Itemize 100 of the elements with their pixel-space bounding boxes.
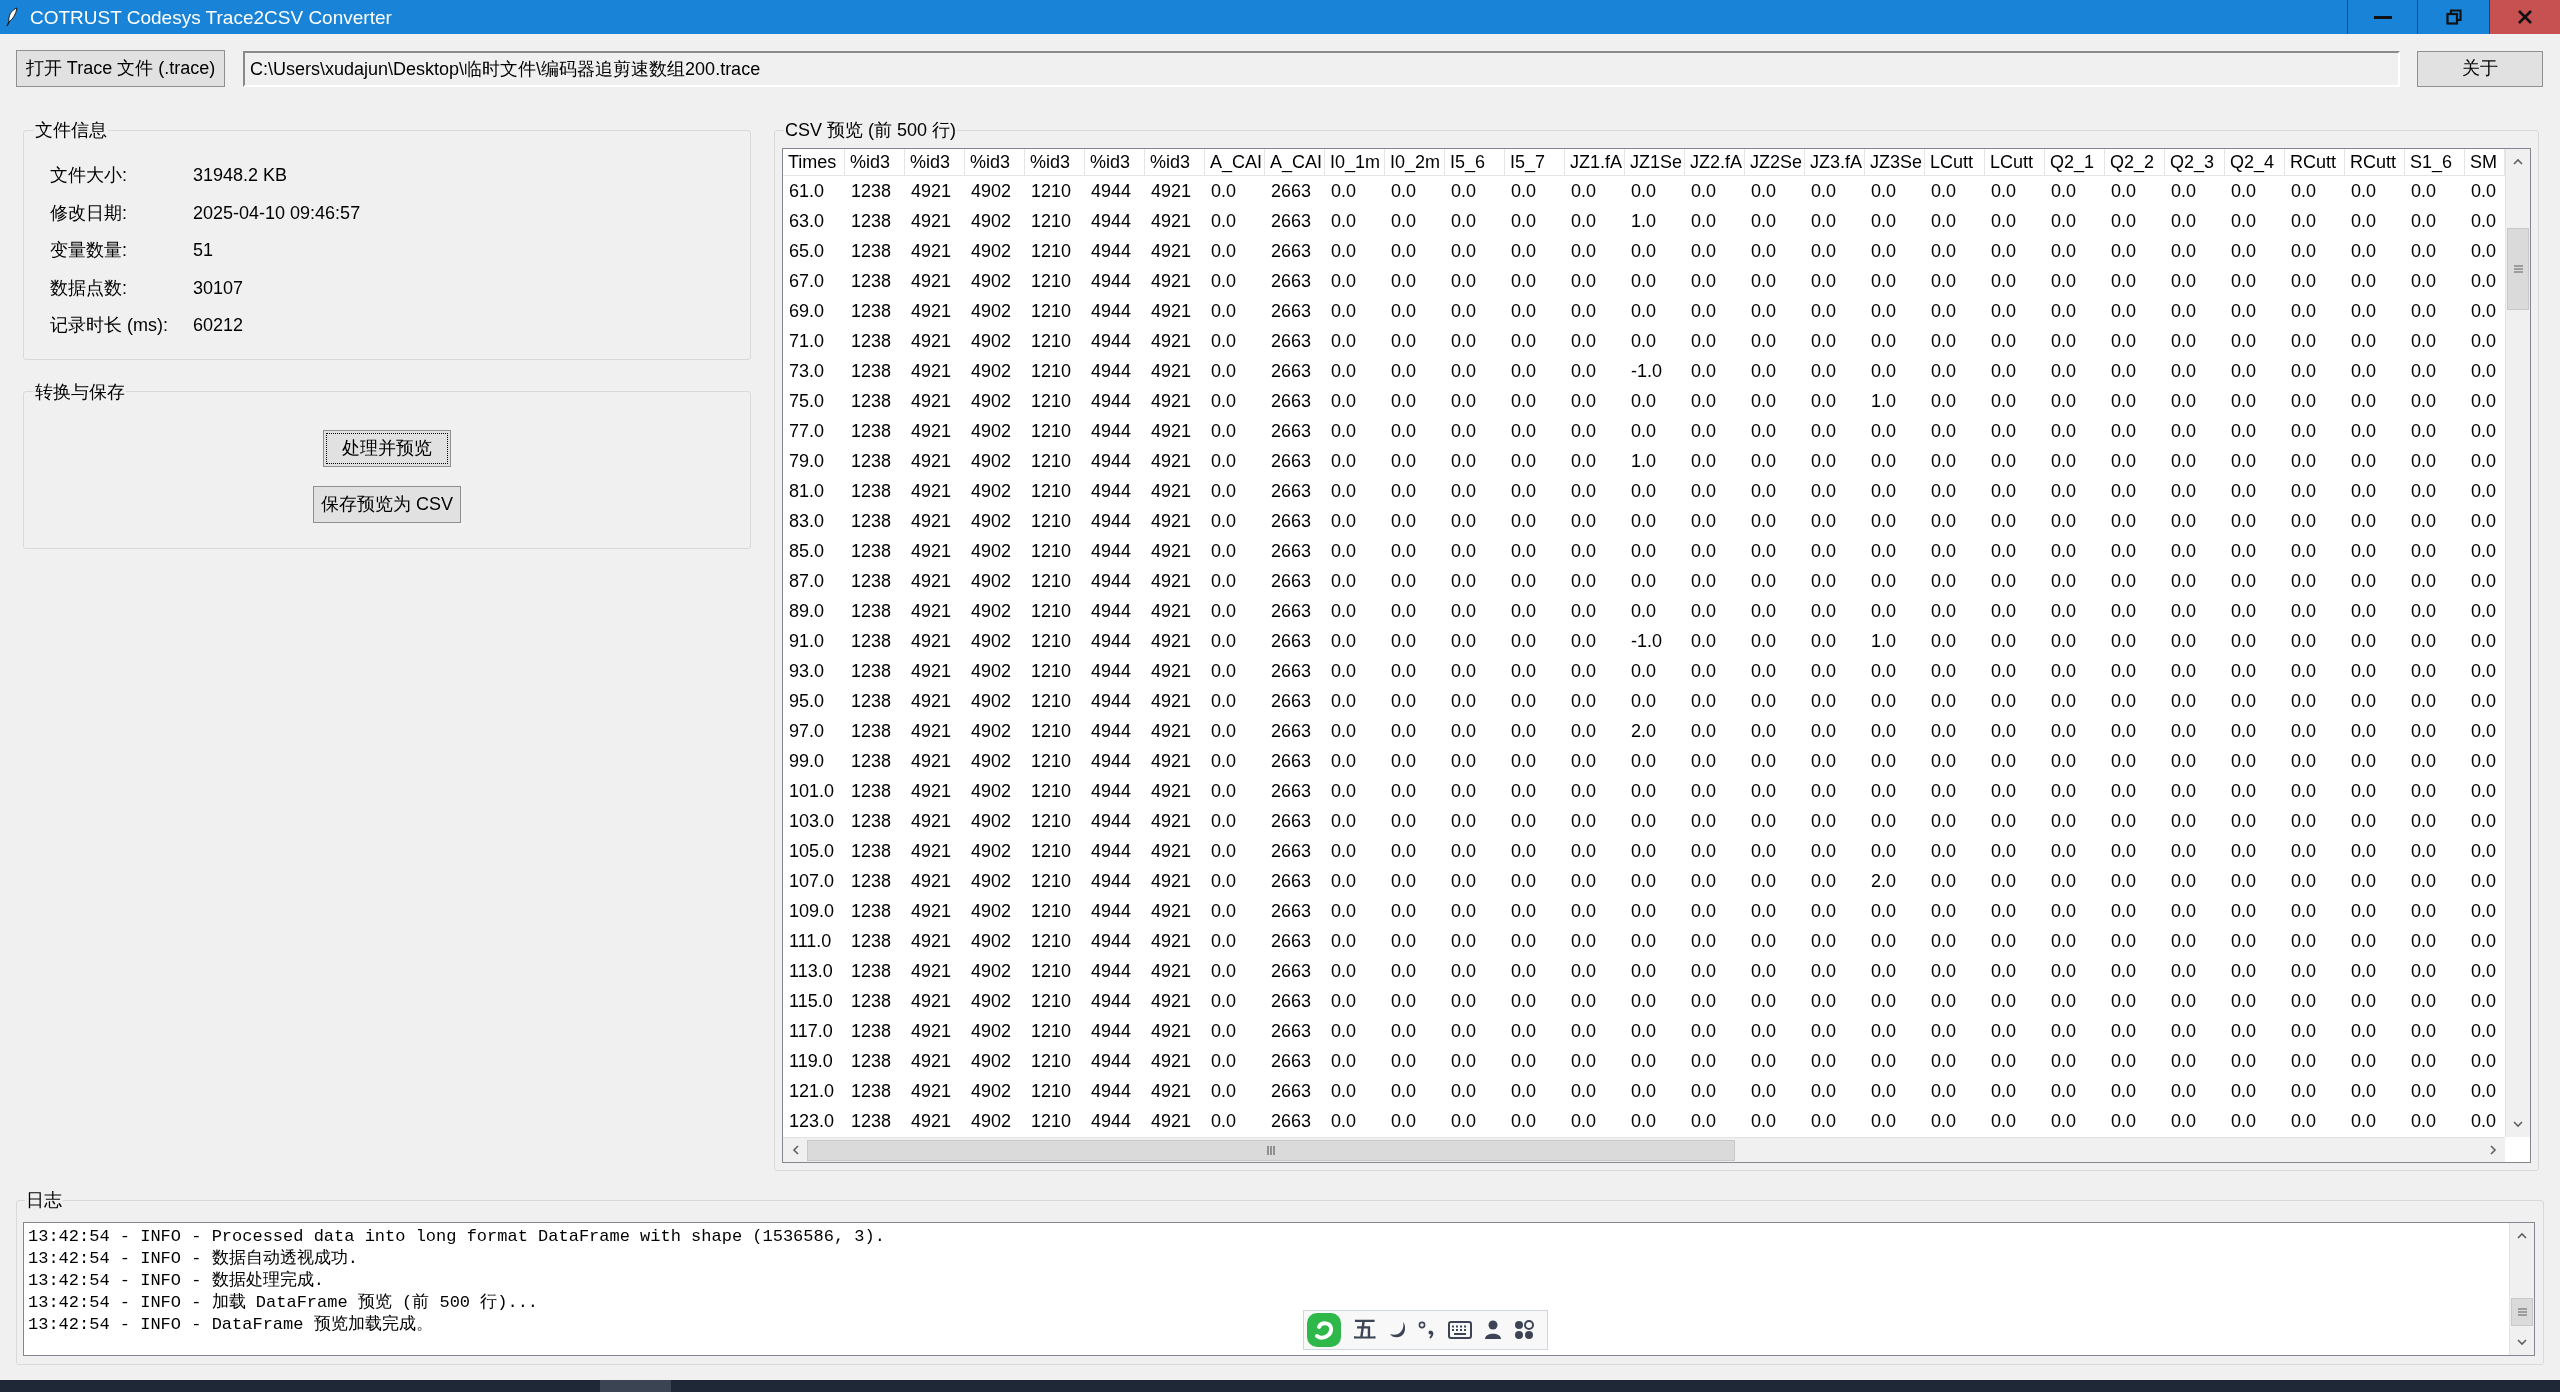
column-header[interactable]: LCutt	[1985, 149, 2045, 175]
table-cell-text: 0.0	[1570, 1080, 1598, 1103]
table-cell-text: 0.0	[1690, 450, 1718, 473]
column-header[interactable]: %id3	[1085, 149, 1145, 175]
grid-icon[interactable]	[1514, 1320, 1534, 1340]
person-icon[interactable]	[1484, 1320, 1502, 1340]
column-header[interactable]: JZ3.fA	[1805, 149, 1865, 175]
action-button[interactable]: 处理并预览	[323, 429, 451, 467]
table-cell-text: 0.0	[1930, 180, 1958, 203]
column-header[interactable]: Q2_3	[2165, 149, 2225, 175]
column-header[interactable]: %id3	[1145, 149, 1205, 175]
chevron-up-icon[interactable]	[2513, 158, 2523, 165]
column-header[interactable]: I5_7	[1505, 149, 1565, 175]
scrollbar-thumb[interactable]	[2507, 228, 2529, 310]
table-cell-text: 4921	[910, 270, 953, 293]
table-cell-text: 0.0	[1570, 240, 1598, 263]
column-header[interactable]: %id3	[965, 149, 1025, 175]
vertical-scrollbar[interactable]	[2509, 1223, 2534, 1355]
table-cell-text: 1238	[850, 420, 893, 443]
table-cell-text: 0.0	[2290, 510, 2318, 533]
table-cell-text: 0.0	[2050, 450, 2078, 473]
table-cell-text: 0.0	[2230, 270, 2258, 293]
open-file-button[interactable]: 打开 Trace 文件 (.trace)	[16, 50, 225, 87]
column-header[interactable]: %id3	[1025, 149, 1085, 175]
table-cell-text: 0.0	[2110, 450, 2138, 473]
table-cell-text: 0.0	[1630, 330, 1658, 353]
action-button[interactable]: 保存预览为 CSV	[313, 485, 461, 523]
column-header[interactable]: Times	[783, 149, 845, 175]
column-header[interactable]: I0_2m	[1385, 149, 1445, 175]
column-header[interactable]: JZ3Se	[1865, 149, 1925, 175]
table-cell-text: 0.0	[1510, 990, 1538, 1013]
column-header[interactable]: I0_1m	[1325, 149, 1385, 175]
column-header[interactable]: JZ1.fA	[1565, 149, 1625, 175]
table-cell-text: 0.0	[1450, 660, 1478, 683]
chevron-down-icon[interactable]	[2513, 1121, 2523, 1128]
table-cell-text: 0.0	[2410, 300, 2438, 323]
table-cell-text: 0.0	[2050, 240, 2078, 263]
chevron-up-icon[interactable]	[2517, 1232, 2527, 1239]
table-cell-text: 0.0	[1930, 210, 1958, 233]
vertical-scrollbar[interactable]	[2505, 149, 2530, 1137]
table-cell-text: 0.0	[1390, 1080, 1418, 1103]
chevron-down-icon[interactable]	[2517, 1339, 2527, 1346]
column-header[interactable]: A_CAI	[1205, 149, 1265, 175]
table-cell-text: 0.0	[2470, 240, 2498, 263]
table-cell-text: 0.0	[1810, 330, 1838, 353]
table-cell-text: 0.0	[2110, 990, 2138, 1013]
table-cell-text: 4921	[910, 990, 953, 1013]
table-cell-text: 0.0	[2290, 360, 2318, 383]
column-header[interactable]: A_CAI	[1265, 149, 1325, 175]
column-header[interactable]: %id3	[845, 149, 905, 175]
table-cell-text: 0.0	[1930, 1080, 1958, 1103]
table-cell-text: 0.0	[1750, 720, 1778, 743]
table-cell-text: 4921	[910, 960, 953, 983]
column-header[interactable]: Q2_4	[2225, 149, 2285, 175]
table-cell-text: 0.0	[1210, 810, 1238, 833]
table-cell-text: 0.0	[1690, 930, 1718, 953]
table-cell-text: 1210	[1030, 360, 1073, 383]
column-header[interactable]: Q2_1	[2045, 149, 2105, 175]
column-header[interactable]: RCutt	[2285, 149, 2345, 175]
table-cell-text: 2663	[1270, 240, 1313, 263]
column-header[interactable]: %id3	[905, 149, 965, 175]
table-cell-text: 1.0	[1630, 210, 1658, 233]
path-field[interactable]: C:\Users\xudajun\Desktop\临时文件\编码器追剪速数组200.trace	[243, 50, 2400, 87]
about-button[interactable]: 关于	[2417, 50, 2543, 87]
moon-icon[interactable]	[1388, 1321, 1406, 1339]
horizontal-scrollbar[interactable]	[783, 1137, 2505, 1162]
chevron-right-icon[interactable]	[2489, 1145, 2497, 1155]
scrollbar-thumb[interactable]	[807, 1139, 1735, 1161]
table-cell-text: 0.0	[2110, 390, 2138, 413]
column-header[interactable]: I5_6	[1445, 149, 1505, 175]
close-button[interactable]	[2489, 0, 2560, 34]
table-cell-text: 0.0	[1870, 1080, 1898, 1103]
column-header[interactable]: S1_6	[2405, 149, 2465, 175]
table-cell-text: 0.0	[2230, 240, 2258, 263]
table-cell-text: 2663	[1270, 810, 1313, 833]
logo-icon[interactable]	[1306, 1312, 1342, 1348]
column-header[interactable]: JZ2Se	[1745, 149, 1805, 175]
table-cell-text: 1238	[850, 810, 893, 833]
table-cell-text: 4921	[1150, 270, 1193, 293]
column-header[interactable]: JZ2.fA	[1685, 149, 1745, 175]
table-cell-text: 0.0	[2350, 390, 2378, 413]
info-value: 30107	[193, 276, 244, 300]
table-cell-text: 0.0	[1570, 1110, 1598, 1133]
punctuation-icon[interactable]	[1418, 1321, 1436, 1339]
column-header[interactable]: Q2_2	[2105, 149, 2165, 175]
column-header[interactable]: LCutt	[1925, 149, 1985, 175]
table-cell-text: 0.0	[1930, 510, 1958, 533]
table-cell-text: 0.0	[1690, 720, 1718, 743]
ime-mode-label[interactable]: 五	[1354, 1319, 1376, 1341]
column-header[interactable]: JZ1Se	[1625, 149, 1685, 175]
table-cell-text: 0.0	[1330, 300, 1358, 323]
scrollbar-thumb[interactable]	[2511, 1298, 2533, 1326]
table-cell-text: 1210	[1030, 1020, 1073, 1043]
table-cell-text: 0.0	[2050, 720, 2078, 743]
column-header[interactable]: RCutt	[2345, 149, 2405, 175]
table-cell-text: 2663	[1270, 720, 1313, 743]
chevron-left-icon[interactable]	[791, 1145, 799, 1155]
table-cell-text: 0.0	[1990, 1020, 2018, 1043]
keyboard-icon[interactable]	[1448, 1321, 1472, 1339]
table-cell-text: 2663	[1270, 930, 1313, 953]
